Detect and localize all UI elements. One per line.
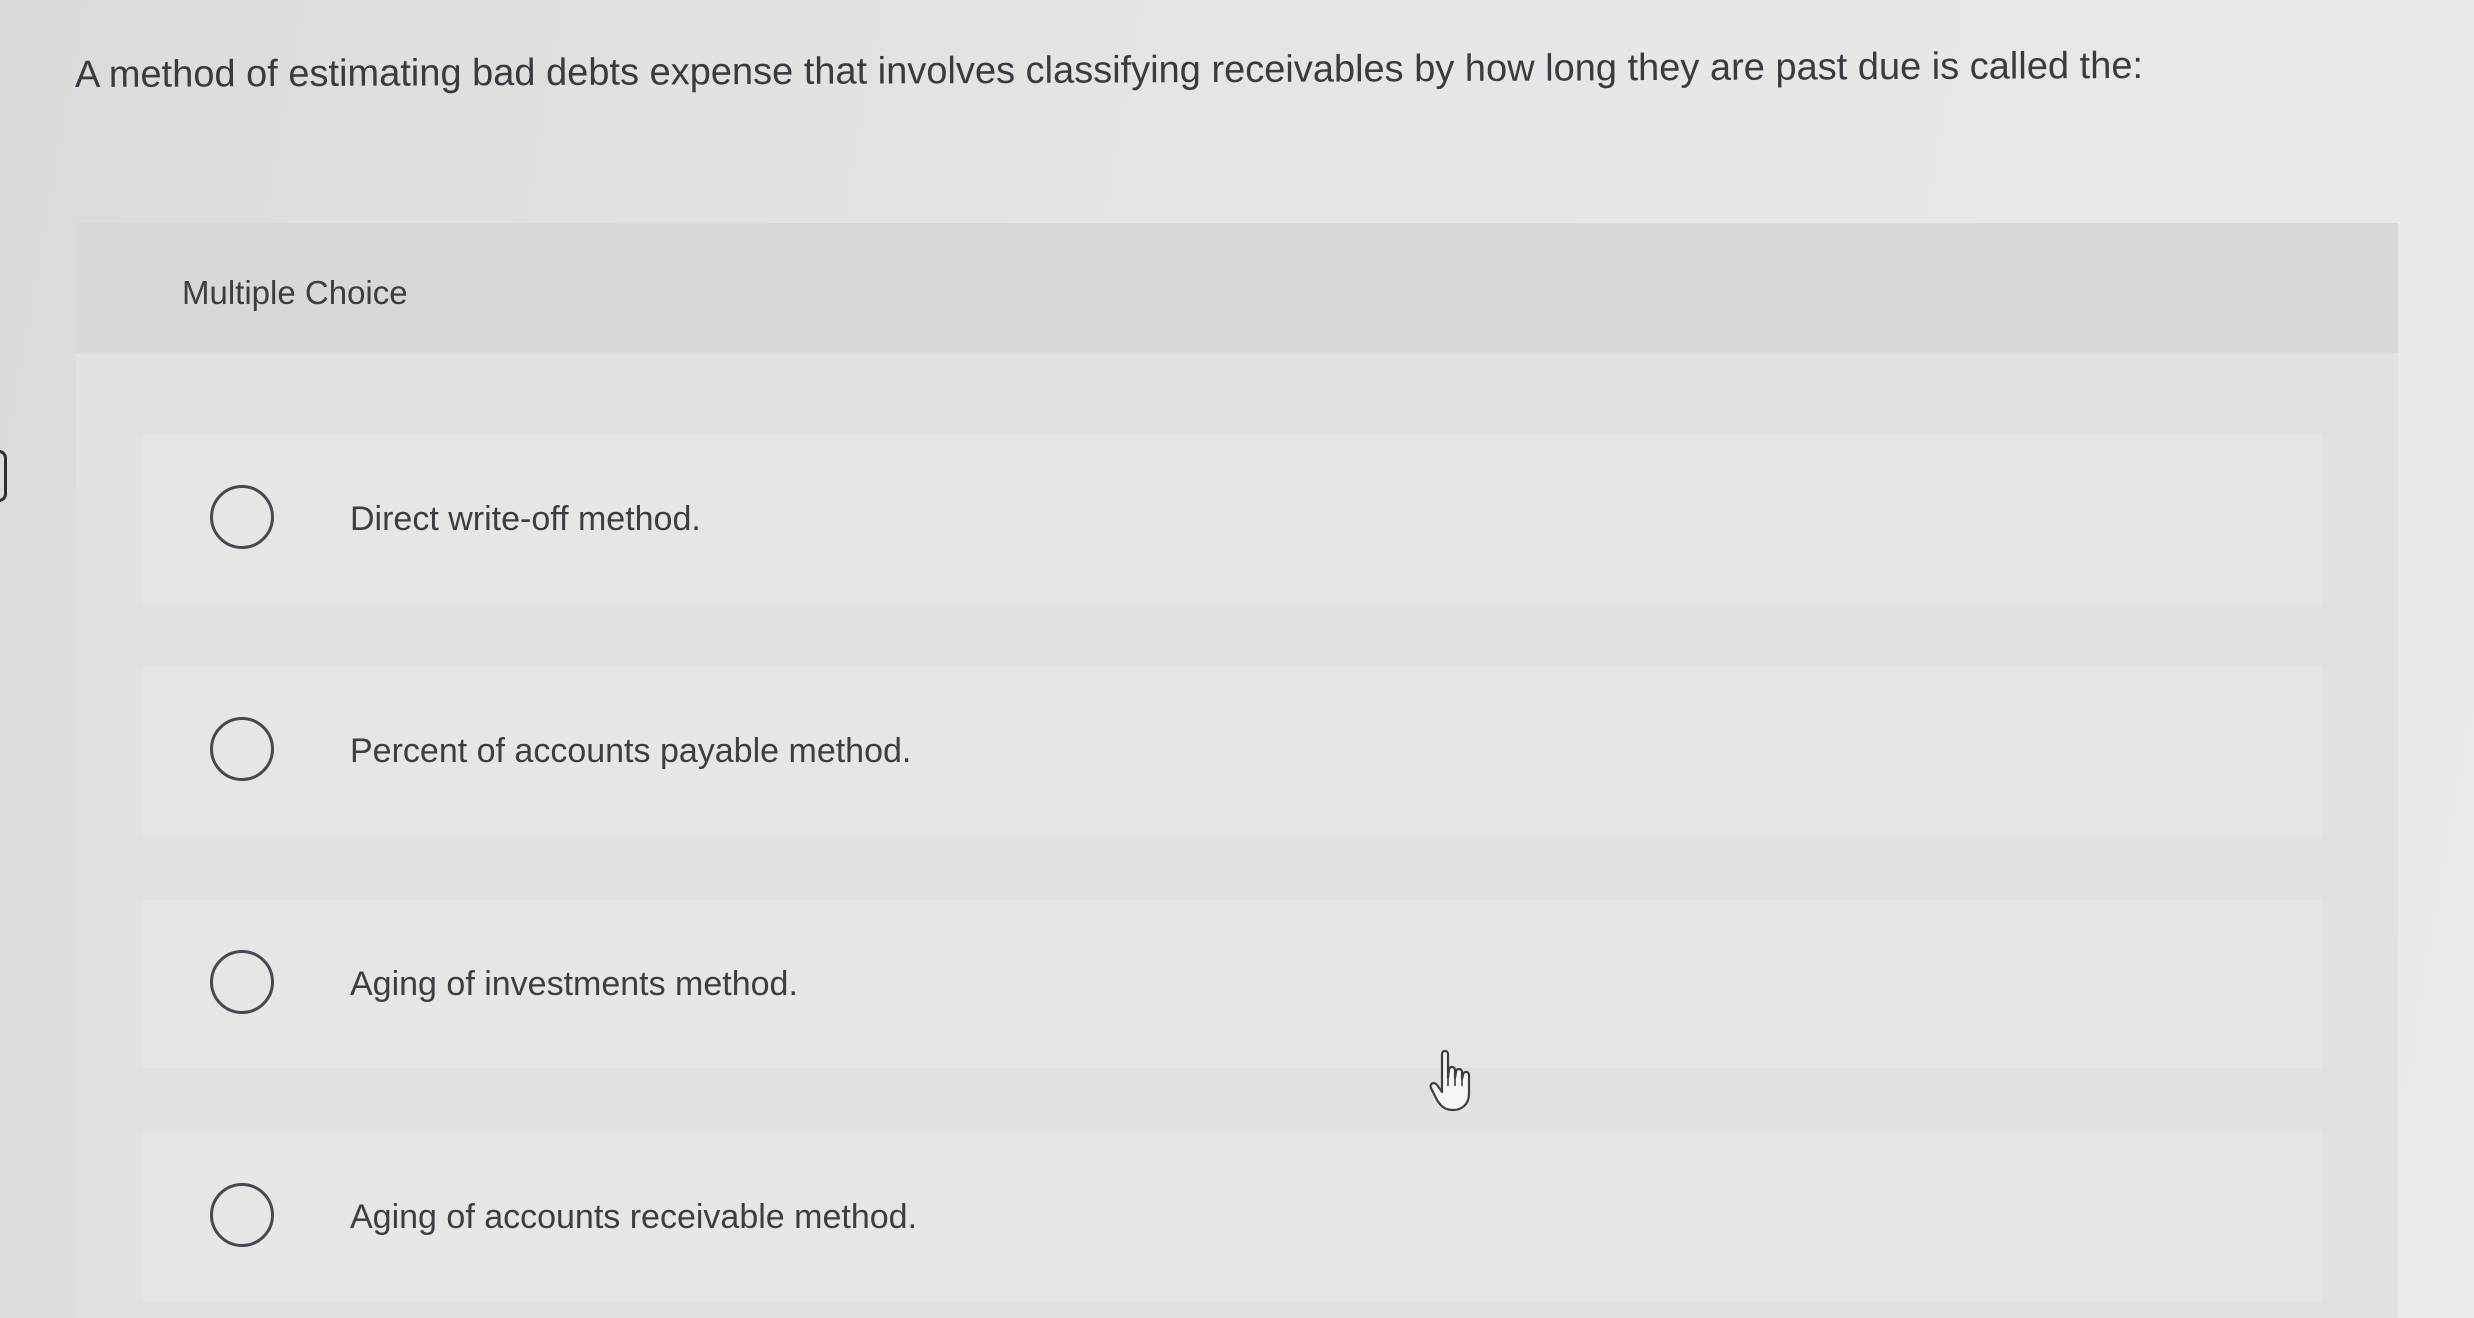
answer-option-1[interactable]: Direct write-off method. [142,435,2322,603]
question-text: A method of estimating bad debts expense… [74,44,2144,96]
radio-unselected-icon[interactable] [210,1183,274,1247]
answer-option-label: Direct write-off method. [350,500,701,538]
multiple-choice-panel: Multiple Choice Direct write-off method.… [76,223,2398,1318]
multiple-choice-header: Multiple Choice [76,223,2398,353]
answer-option-4[interactable]: Aging of accounts receivable method. [142,1133,2322,1301]
answer-option-label: Percent of accounts payable method. [350,732,912,770]
radio-unselected-icon[interactable] [210,950,274,1014]
answer-option-label: Aging of accounts receivable method. [350,1198,918,1236]
radio-unselected-icon[interactable] [210,717,274,781]
answer-option-label: Aging of investments method. [350,965,798,1003]
radio-unselected-icon[interactable] [210,485,274,549]
answer-option-3[interactable]: Aging of investments method. [142,900,2322,1068]
multiple-choice-title: Multiple Choice [182,274,408,311]
window-edge-fragment [0,450,7,502]
answer-option-2[interactable]: Percent of accounts payable method. [142,667,2322,835]
hand-pointer-cursor-icon [1429,1049,1471,1112]
